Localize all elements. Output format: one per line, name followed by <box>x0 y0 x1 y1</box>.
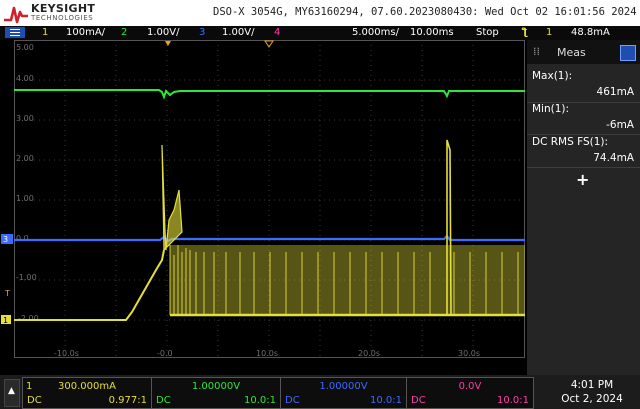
meas-max-value: 461mA <box>596 86 634 98</box>
x-tick-0: -10.0s <box>54 349 79 358</box>
oscilloscope-window: KEYSIGHT TECHNOLOGIES DSO-X 3054G, MY631… <box>0 0 640 409</box>
meas-min-value: -6mA <box>606 119 634 131</box>
ch4-value: 0.0V <box>458 381 482 392</box>
meas-max-label[interactable]: Max(1): <box>532 70 572 82</box>
ch4-number[interactable]: 4 <box>274 27 280 38</box>
ch3-probe: 10.0:1 <box>370 395 402 406</box>
device-info: DSO-X 3054G, MY63160294, 07.60.202308043… <box>213 6 637 18</box>
y-tick-3: 2.00 <box>16 154 34 163</box>
clock: 4:01 PM Oct 2, 2024 <box>548 378 636 406</box>
run-state[interactable]: Stop <box>476 27 499 38</box>
channel-markers: 3 1 T <box>1 234 13 325</box>
meas-menu-icon[interactable] <box>620 45 636 61</box>
ch1-coupling: DC <box>27 395 42 406</box>
ch3-coupling: DC <box>285 395 300 406</box>
y-tick-1: 4.00 <box>16 74 34 83</box>
x-tick-1: -0.0 <box>157 349 173 358</box>
svg-text:1: 1 <box>3 316 8 325</box>
y-tick-4: 1.00 <box>16 194 34 203</box>
ch3-info-box[interactable]: 1.00000V DC 10.0:1 <box>280 377 407 409</box>
ch2-probe: 10.0:1 <box>244 395 276 406</box>
delay-marker-icon[interactable] <box>264 40 274 48</box>
timebase-delay[interactable]: 10.00ms <box>410 27 454 38</box>
ch1-scale[interactable]: 100mA/ <box>66 27 105 38</box>
trigger-level-marker-icon[interactable]: T <box>4 289 10 298</box>
main-menu-icon[interactable] <box>5 27 25 38</box>
x-tick-4: 30.0s <box>458 349 480 358</box>
ch3-value: 1.00000V <box>319 381 368 392</box>
trigger-level[interactable]: 48.8mA <box>571 27 610 38</box>
title-bar: KEYSIGHT TECHNOLOGIES DSO-X 3054G, MY631… <box>0 0 640 26</box>
measurement-panel: ⁞⁞ Meas Max(1): 461mA Min(1): -6mA DC RM… <box>527 40 640 375</box>
y-tick-6: -1.00 <box>16 273 37 282</box>
ch3-scale[interactable]: 1.00V/ <box>222 27 254 38</box>
meas-dcrms-label[interactable]: DC RMS FS(1): <box>532 136 608 148</box>
keysight-logo-icon <box>4 6 28 24</box>
expand-up-button[interactable]: ▲ <box>4 379 20 407</box>
timebase-scale[interactable]: 5.000ms/ <box>352 27 399 38</box>
ch4-probe: 10.0:1 <box>497 395 529 406</box>
y-tick-0: 5.00 <box>16 43 34 52</box>
channel-bar: 1 100mA/ 2 1.00V/ 3 1.00V/ 4 5.000ms/ 10… <box>0 26 640 40</box>
trigger-position-marker-icon[interactable] <box>165 41 171 46</box>
trigger-source[interactable]: 1 <box>546 27 552 38</box>
ch3-number[interactable]: 3 <box>199 27 205 38</box>
brand-sub: TECHNOLOGIES <box>31 14 94 22</box>
ch1-info-box[interactable]: 1 300.000mA DC 0.977:1 <box>22 377 152 409</box>
waveform-display[interactable]: 5.00 4.00 3.00 2.00 1.00 0.0 -1.00 -2.00… <box>14 40 525 358</box>
graticule: 5.00 4.00 3.00 2.00 1.00 0.0 -1.00 -2.00… <box>14 40 525 358</box>
x-tick-3: 20.0s <box>358 349 380 358</box>
panel-collapse-icon[interactable]: ⁞⁞ <box>533 45 540 58</box>
add-measurement-button[interactable]: + <box>576 170 589 189</box>
meas-header: ⁞⁞ Meas <box>527 40 640 64</box>
ch2-info-box[interactable]: 1.00000V DC 10.0:1 <box>151 377 281 409</box>
ch4-info-box[interactable]: 0.0V DC 10.0:1 <box>406 377 534 409</box>
ch2-number[interactable]: 2 <box>121 27 127 38</box>
y-tick-2: 3.00 <box>16 114 34 123</box>
meas-title: Meas <box>557 46 586 59</box>
bottom-bar: ▲ 1 300.000mA DC 0.977:1 1.00000V DC 10.… <box>0 375 640 409</box>
ch1-value: 300.000mA <box>58 381 116 392</box>
clock-time: 4:01 PM <box>570 379 614 391</box>
meas-min-label[interactable]: Min(1): <box>532 103 569 115</box>
clock-date: Oct 2, 2024 <box>561 393 623 405</box>
ch1-number[interactable]: 1 <box>42 27 48 38</box>
trigger-edge-icon[interactable]: ƪ <box>522 27 528 38</box>
meas-dcrms-value: 74.4mA <box>593 152 634 164</box>
y-tick-7: -2.00 <box>18 314 39 323</box>
ch2-value: 1.00000V <box>191 381 241 392</box>
y-tick-5: 0.0 <box>16 234 29 243</box>
ch1-probe: 0.977:1 <box>108 395 147 406</box>
ch4-coupling: DC <box>411 395 426 406</box>
ch2-scale[interactable]: 1.00V/ <box>147 27 179 38</box>
x-tick-2: 10.0s <box>256 349 278 358</box>
arrow-up-icon: ▲ <box>8 386 15 396</box>
ch2-coupling: DC <box>156 395 171 406</box>
svg-text:3: 3 <box>3 235 8 244</box>
